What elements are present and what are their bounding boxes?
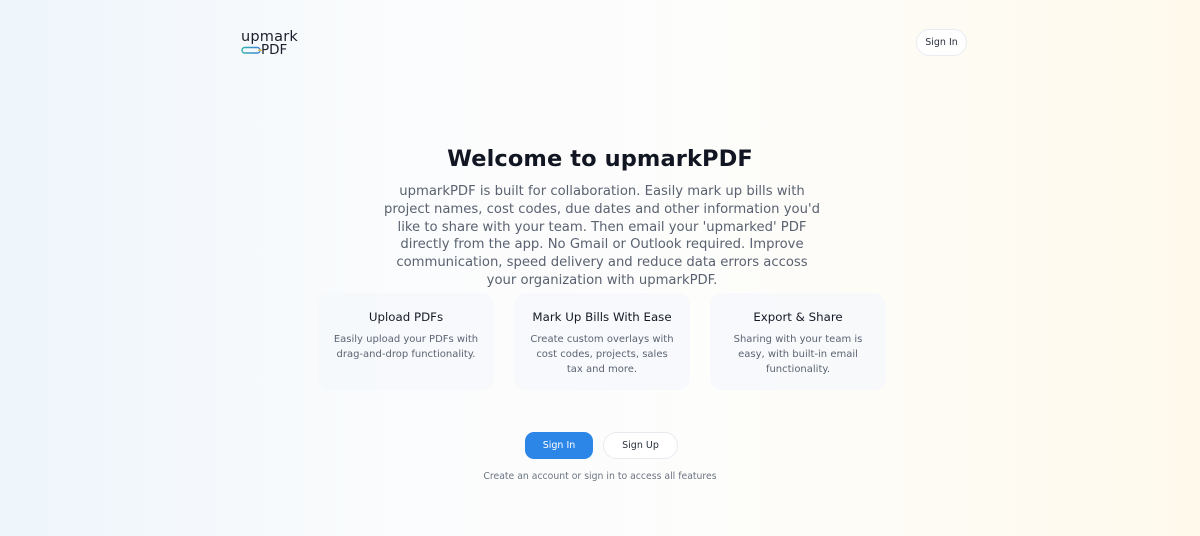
feature-title: Export & Share [753,310,843,324]
logo-pill-mark-icon [241,46,262,54]
feature-card-markup: Mark Up Bills With Ease Create custom ov… [514,293,690,390]
page-title: Welcome to upmarkPDF [447,146,753,172]
feature-card-export: Export & Share Sharing with your team is… [710,293,886,390]
cta-note: Create an account or sign in to access a… [483,471,717,482]
hero-description: upmarkPDF is built for collaboration. Ea… [384,184,820,288]
landing-page: upmark PDF Sign In Welcome to upmarkPDF … [0,0,1200,536]
header-sign-in-button[interactable]: Sign In [916,29,967,56]
feature-card-upload: Upload PDFs Easily upload your PDFs with… [318,293,494,390]
app-logo[interactable]: upmark PDF [241,30,301,58]
logo-word-pdf: PDF [261,42,288,58]
feature-description: Easily upload your PDFs with drag-and-dr… [333,334,479,360]
feature-title: Mark Up Bills With Ease [532,310,672,324]
sign-in-button[interactable]: Sign In [525,432,593,459]
feature-description: Create custom overlays with cost codes, … [530,334,674,375]
sign-up-button[interactable]: Sign Up [603,432,678,459]
feature-title: Upload PDFs [368,310,444,324]
feature-description: Sharing with your team is easy, with bui… [733,334,863,375]
